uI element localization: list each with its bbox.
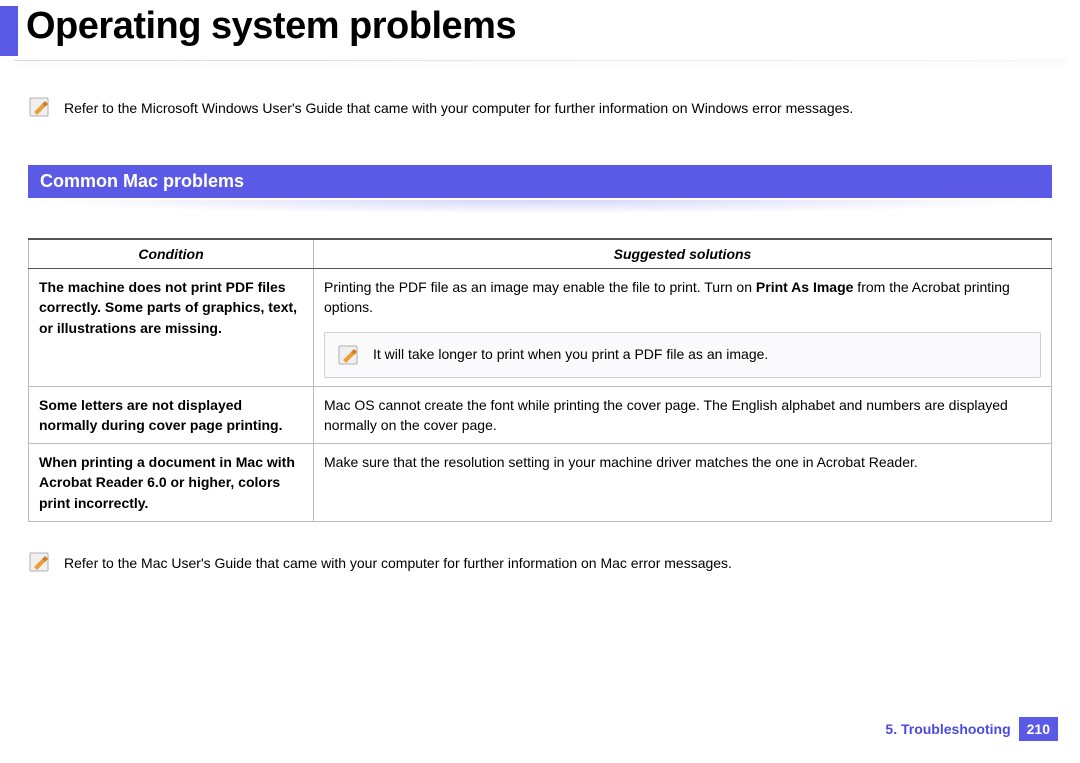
title-accent: [0, 6, 18, 56]
condition-cell: The machine does not print PDF files cor…: [29, 269, 314, 387]
top-note-text: Refer to the Microsoft Windows User's Gu…: [64, 99, 853, 119]
problems-table: Condition Suggested solutions The machin…: [28, 238, 1052, 522]
title-bar: Operating system problems: [0, 0, 1080, 56]
note-icon: [28, 95, 52, 119]
solution-text-pre: Printing the PDF file as an image may en…: [324, 279, 756, 295]
table-row: When printing a document in Mac with Acr…: [29, 444, 1052, 522]
section-heading-wrap: Common Mac problems: [28, 165, 1052, 214]
solution-cell: Mac OS cannot create the font while prin…: [314, 386, 1052, 444]
solution-cell: Printing the PDF file as an image may en…: [314, 269, 1052, 387]
page-title: Operating system problems: [18, 6, 516, 56]
condition-cell: When printing a document in Mac with Acr…: [29, 444, 314, 522]
col-condition: Condition: [29, 239, 314, 269]
footer-chapter: 5. Troubleshooting: [885, 721, 1010, 737]
bottom-note-text: Refer to the Mac User's Guide that came …: [64, 554, 732, 574]
footer-page-number: 210: [1019, 717, 1058, 741]
table-row: The machine does not print PDF files cor…: [29, 269, 1052, 387]
col-solutions: Suggested solutions: [314, 239, 1052, 269]
note-icon: [337, 343, 361, 367]
note-icon: [28, 550, 52, 574]
solution-cell: Make sure that the resolution setting in…: [314, 444, 1052, 522]
inner-note: It will take longer to print when you pr…: [324, 332, 1041, 378]
section-heading: Common Mac problems: [28, 165, 1052, 198]
page-footer: 5. Troubleshooting 210: [885, 717, 1058, 741]
title-underline: [14, 60, 1066, 61]
top-note: Refer to the Microsoft Windows User's Gu…: [28, 99, 1052, 119]
inner-note-text: It will take longer to print when you pr…: [373, 344, 768, 364]
condition-cell: Some letters are not displayed normally …: [29, 386, 314, 444]
section-shadow: [28, 200, 1052, 214]
solution-text-bold: Print As Image: [756, 279, 854, 295]
table-row: Some letters are not displayed normally …: [29, 386, 1052, 444]
bottom-note: Refer to the Mac User's Guide that came …: [28, 554, 1052, 574]
